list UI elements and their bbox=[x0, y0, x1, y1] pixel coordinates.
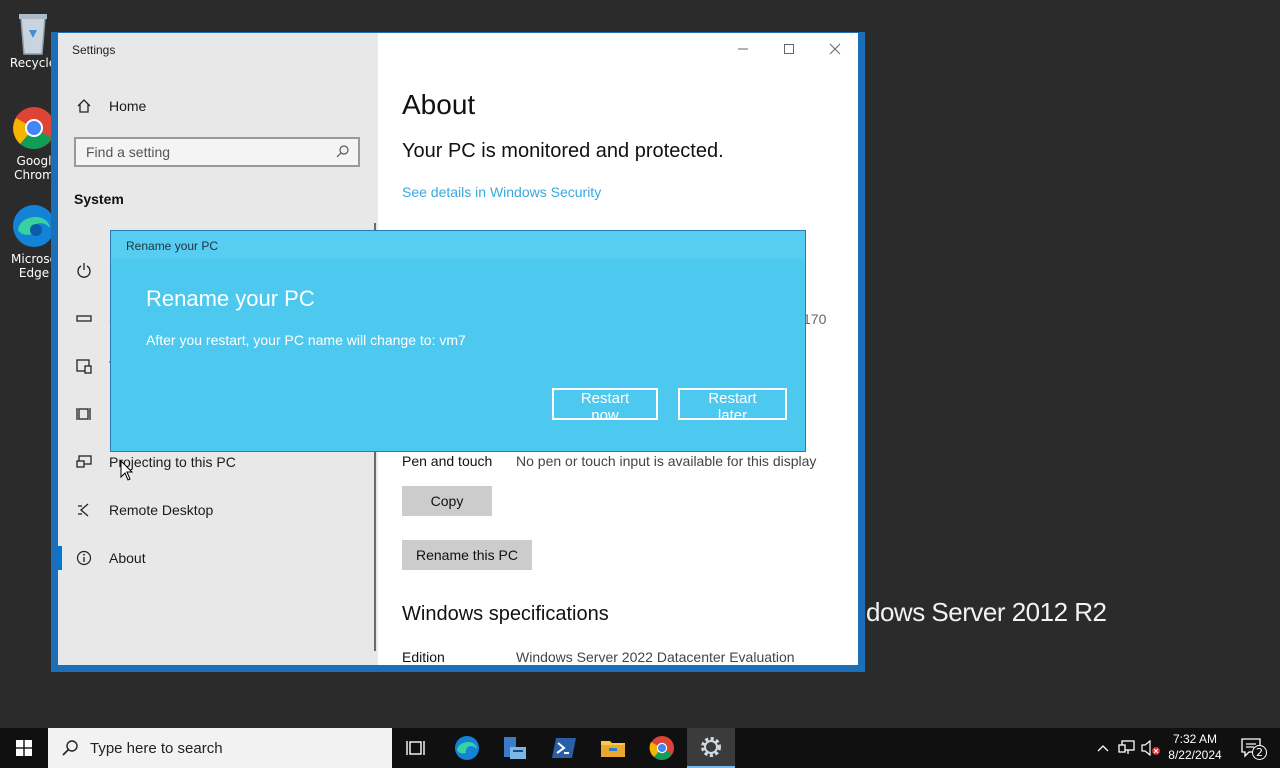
gear-icon bbox=[701, 737, 721, 757]
network-icon bbox=[1118, 740, 1135, 754]
find-setting-search[interactable] bbox=[74, 137, 360, 167]
taskbar-search-input[interactable] bbox=[88, 738, 372, 758]
maximize-button[interactable] bbox=[766, 33, 812, 65]
dialog-titlebar[interactable]: Rename your PC bbox=[111, 231, 805, 259]
powershell-icon bbox=[552, 738, 576, 758]
chrome-icon bbox=[12, 106, 56, 150]
home-icon bbox=[74, 98, 94, 114]
remote-desktop-icon bbox=[74, 502, 94, 518]
minimize-icon bbox=[738, 48, 748, 50]
recycle-bin-icon bbox=[11, 8, 55, 55]
nav-home[interactable]: Home bbox=[58, 86, 378, 126]
server-manager-icon bbox=[504, 737, 526, 759]
network-button[interactable] bbox=[1116, 728, 1138, 768]
find-setting-input[interactable] bbox=[76, 143, 336, 161]
chevron-up-icon bbox=[1097, 745, 1109, 752]
windows-security-link[interactable]: See details in Windows Security bbox=[402, 184, 601, 200]
edge-icon bbox=[12, 204, 56, 248]
notification-center-button[interactable]: 2 bbox=[1232, 728, 1272, 768]
window-title: Settings bbox=[72, 43, 116, 57]
wallpaper-text: dows Server 2012 R2 bbox=[866, 597, 1107, 627]
storage-icon bbox=[74, 310, 94, 326]
taskbar: 7:32 AM 8/22/2024 2 bbox=[0, 728, 1280, 768]
nav-item-remote-desktop[interactable]: Remote Desktop bbox=[58, 490, 378, 530]
dialog-title: Rename your PC bbox=[126, 239, 219, 253]
task-view-icon bbox=[406, 741, 425, 755]
nav-section-title: System bbox=[74, 191, 124, 207]
taskbar-edge[interactable] bbox=[443, 728, 491, 768]
close-icon bbox=[829, 43, 841, 55]
minimize-button[interactable] bbox=[720, 33, 766, 65]
clock-time: 7:32 AM bbox=[1172, 732, 1218, 746]
close-button[interactable] bbox=[812, 33, 858, 65]
volume-button[interactable] bbox=[1140, 728, 1162, 768]
specs-heading: Windows specifications bbox=[402, 603, 609, 625]
taskbar-server-manager[interactable] bbox=[491, 728, 539, 768]
start-button[interactable] bbox=[0, 728, 48, 768]
folder-icon bbox=[601, 741, 625, 757]
info-icon bbox=[74, 550, 94, 566]
nav-home-label: Home bbox=[109, 98, 147, 114]
volume-muted-icon bbox=[1141, 740, 1160, 756]
taskbar-settings[interactable] bbox=[687, 728, 735, 768]
chrome-icon bbox=[649, 736, 674, 760]
window-controls bbox=[720, 33, 858, 65]
rename-pc-button[interactable]: Rename this PC bbox=[402, 540, 532, 570]
dialog-message: After you restart, your PC name will cha… bbox=[146, 332, 466, 348]
edition-label: Edition bbox=[402, 649, 445, 665]
notification-badge: 2 bbox=[1252, 745, 1267, 760]
mouse-cursor-icon bbox=[120, 459, 134, 486]
clock[interactable]: 7:32 AM 8/22/2024 bbox=[1162, 731, 1228, 763]
restart-later-button[interactable]: Restart later bbox=[678, 388, 787, 424]
show-hidden-icons-button[interactable] bbox=[1093, 728, 1113, 768]
maximize-icon bbox=[784, 44, 794, 54]
edge-icon bbox=[455, 736, 479, 760]
clock-date: 8/22/2024 bbox=[1168, 748, 1222, 762]
tablet-icon bbox=[74, 358, 94, 374]
task-view-button[interactable] bbox=[392, 728, 440, 768]
protection-status: Your PC is monitored and protected. bbox=[402, 140, 724, 162]
edition-value: Windows Server 2022 Datacenter Evaluatio… bbox=[516, 649, 795, 665]
search-icon[interactable] bbox=[336, 143, 350, 162]
taskbar-chrome[interactable] bbox=[638, 728, 686, 768]
nav-item-about[interactable]: About bbox=[58, 538, 378, 578]
pen-touch-value: No pen or touch input is available for t… bbox=[516, 453, 817, 469]
projecting-icon bbox=[74, 454, 94, 470]
partial-value: 170 bbox=[803, 311, 827, 327]
power-icon bbox=[74, 262, 94, 278]
taskbar-search[interactable] bbox=[48, 728, 392, 768]
multitasking-icon bbox=[74, 406, 94, 422]
search-icon bbox=[62, 740, 78, 756]
windows-logo-icon bbox=[16, 740, 32, 756]
rename-pc-dialog: Rename your PC Rename your PC After you … bbox=[110, 230, 806, 452]
dialog-heading: Rename your PC bbox=[146, 286, 315, 311]
nav-item-label: Remote Desktop bbox=[109, 502, 214, 518]
taskbar-file-explorer[interactable] bbox=[589, 728, 637, 768]
nav-item-label: About bbox=[109, 550, 146, 566]
restart-now-button[interactable]: Restart now bbox=[552, 388, 658, 424]
copy-button[interactable]: Copy bbox=[402, 486, 492, 516]
taskbar-powershell[interactable] bbox=[540, 728, 588, 768]
pen-touch-label: Pen and touch bbox=[402, 453, 493, 469]
page-title: About bbox=[402, 89, 476, 120]
